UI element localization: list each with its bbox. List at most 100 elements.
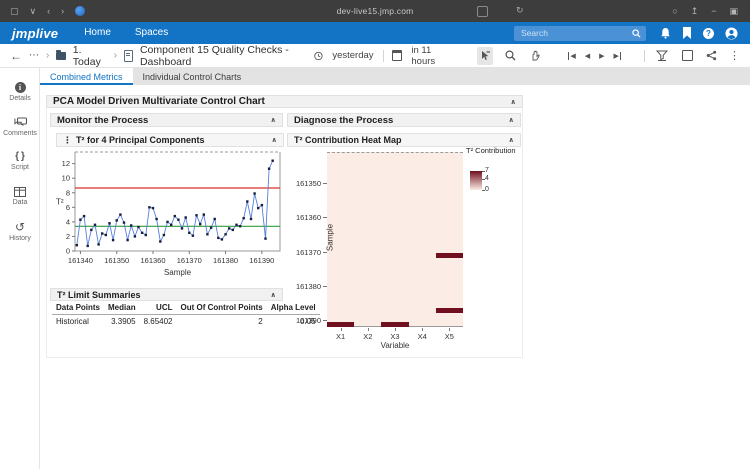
heatmap-cell[interactable] bbox=[436, 308, 463, 313]
panel-header-monitor[interactable]: Monitor the Process ∧ bbox=[50, 113, 283, 127]
search-box[interactable] bbox=[514, 26, 646, 41]
data-point-marker[interactable] bbox=[195, 214, 197, 216]
sidebar-item-history[interactable]: ↺ History bbox=[0, 214, 40, 249]
data-point-marker[interactable] bbox=[76, 244, 78, 246]
collapse-chevron-icon[interactable]: ∧ bbox=[508, 116, 514, 124]
data-point-marker[interactable] bbox=[87, 245, 89, 247]
jmplive-logo[interactable]: jmplive bbox=[0, 26, 72, 41]
data-point-marker[interactable] bbox=[112, 239, 114, 241]
nav-home[interactable]: Home bbox=[72, 22, 123, 44]
help-icon[interactable]: ? bbox=[703, 28, 714, 39]
data-point-marker[interactable] bbox=[159, 240, 161, 242]
zoom-tool-button[interactable] bbox=[502, 47, 518, 65]
data-point-marker[interactable] bbox=[261, 204, 263, 206]
shield-icon[interactable]: ○ bbox=[672, 7, 677, 16]
hand-tool-button[interactable] bbox=[527, 47, 543, 65]
sidebar-item-data[interactable]: Data bbox=[0, 179, 40, 214]
data-point-marker[interactable] bbox=[101, 232, 103, 234]
url-text[interactable]: dev-live15.jmp.com bbox=[337, 6, 414, 16]
data-point-marker[interactable] bbox=[130, 224, 132, 226]
back-arrow-icon[interactable]: ← bbox=[10, 49, 22, 63]
data-point-marker[interactable] bbox=[246, 200, 248, 202]
data-point-marker[interactable] bbox=[185, 216, 187, 218]
drag-grip-icon[interactable]: ⋮ bbox=[63, 135, 71, 146]
data-point-marker[interactable] bbox=[210, 227, 212, 229]
data-point-marker[interactable] bbox=[272, 160, 274, 162]
tabs-overview-icon[interactable]: ▣ bbox=[729, 7, 738, 16]
reload-icon[interactable]: ↻ bbox=[516, 5, 524, 16]
browser-back-icon[interactable]: ‹ bbox=[47, 7, 50, 16]
search-input[interactable] bbox=[519, 27, 628, 39]
data-point-marker[interactable] bbox=[203, 213, 205, 215]
collapse-chevron-icon[interactable]: ∧ bbox=[508, 136, 514, 144]
tab-individual-control-charts[interactable]: Individual Control Charts bbox=[133, 68, 252, 85]
data-point-marker[interactable] bbox=[94, 224, 96, 226]
data-point-marker[interactable] bbox=[192, 235, 194, 237]
data-point-marker[interactable] bbox=[148, 206, 150, 208]
data-point-marker[interactable] bbox=[163, 234, 165, 236]
sidebar-item-comments[interactable]: Comments bbox=[0, 109, 40, 144]
breadcrumb-folder[interactable]: 1. Today bbox=[73, 44, 107, 68]
data-point-marker[interactable] bbox=[224, 233, 226, 235]
avatar[interactable] bbox=[725, 27, 738, 40]
search-icon[interactable] bbox=[632, 29, 641, 38]
sidebar-item-script[interactable]: { } Script bbox=[0, 144, 40, 179]
data-point-marker[interactable] bbox=[239, 225, 241, 227]
data-point-marker[interactable] bbox=[152, 207, 154, 209]
data-point-marker[interactable] bbox=[79, 219, 81, 221]
data-point-marker[interactable] bbox=[97, 243, 99, 245]
panel-header-diagnose[interactable]: Diagnose the Process ∧ bbox=[287, 113, 521, 127]
panel-header-t2-chart[interactable]: ⋮ T² for 4 Principal Components ∧ bbox=[56, 133, 284, 147]
data-point-marker[interactable] bbox=[235, 224, 237, 226]
data-point-marker[interactable] bbox=[243, 217, 245, 219]
extension-icon[interactable] bbox=[477, 6, 488, 17]
data-point-marker[interactable] bbox=[116, 219, 118, 221]
data-point-marker[interactable] bbox=[188, 232, 190, 234]
collapse-chevron-icon[interactable]: ∧ bbox=[270, 291, 276, 299]
collapse-chevron-icon[interactable]: ∧ bbox=[271, 136, 277, 144]
tab-combined-metrics[interactable]: Combined Metrics bbox=[40, 68, 133, 85]
panel-header-pca[interactable]: PCA Model Driven Multivariate Control Ch… bbox=[46, 95, 523, 108]
last-page-button[interactable]: ▶ bbox=[614, 52, 621, 60]
heatmap-cell[interactable] bbox=[381, 322, 408, 327]
data-point-marker[interactable] bbox=[134, 235, 136, 237]
more-options-kebab-icon[interactable]: ⋮ bbox=[729, 49, 740, 62]
minimize-icon[interactable]: − bbox=[711, 7, 716, 16]
collapse-chevron-icon[interactable]: ∧ bbox=[270, 116, 276, 124]
filter-button[interactable] bbox=[654, 47, 670, 65]
data-point-marker[interactable] bbox=[155, 218, 157, 220]
previous-page-button[interactable]: ◀ bbox=[585, 52, 590, 60]
data-point-marker[interactable] bbox=[221, 238, 223, 240]
data-point-marker[interactable] bbox=[228, 227, 230, 229]
panel-header-heatmap[interactable]: T² Contribution Heat Map ∧ bbox=[287, 133, 521, 147]
nav-spaces[interactable]: Spaces bbox=[123, 22, 180, 44]
data-point-marker[interactable] bbox=[123, 221, 125, 223]
notifications-bell-icon[interactable] bbox=[660, 27, 671, 39]
data-point-marker[interactable] bbox=[214, 218, 216, 220]
data-point-marker[interactable] bbox=[108, 222, 110, 224]
sidebar-item-details[interactable]: i Details bbox=[0, 74, 40, 109]
panel-header-limit-summaries[interactable]: T² Limit Summaries ∧ bbox=[50, 288, 283, 301]
data-point-marker[interactable] bbox=[174, 215, 176, 217]
data-point-marker[interactable] bbox=[105, 234, 107, 236]
data-point-marker[interactable] bbox=[137, 226, 139, 228]
data-point-marker[interactable] bbox=[166, 221, 168, 223]
next-page-button[interactable]: ▶ bbox=[599, 52, 604, 60]
data-point-marker[interactable] bbox=[257, 207, 259, 209]
data-point-marker[interactable] bbox=[90, 229, 92, 231]
data-point-marker[interactable] bbox=[181, 227, 183, 229]
breadcrumb-overflow-icon[interactable]: ⋯ bbox=[29, 50, 39, 61]
share-button[interactable] bbox=[704, 47, 720, 65]
window-icon[interactable]: ▢ bbox=[10, 7, 19, 16]
data-point-marker[interactable] bbox=[119, 213, 121, 215]
data-point-marker[interactable] bbox=[177, 219, 179, 221]
chevron-down-icon[interactable]: ∨ bbox=[30, 7, 37, 16]
data-point-marker[interactable] bbox=[268, 168, 270, 170]
data-point-marker[interactable] bbox=[141, 232, 143, 234]
data-point-marker[interactable] bbox=[253, 192, 255, 194]
data-point-marker[interactable] bbox=[199, 223, 201, 225]
data-point-marker[interactable] bbox=[232, 229, 234, 231]
heatmap-cell[interactable] bbox=[436, 253, 463, 258]
browser-forward-icon[interactable]: › bbox=[61, 7, 64, 16]
collapse-chevron-icon[interactable]: ∧ bbox=[510, 98, 516, 106]
